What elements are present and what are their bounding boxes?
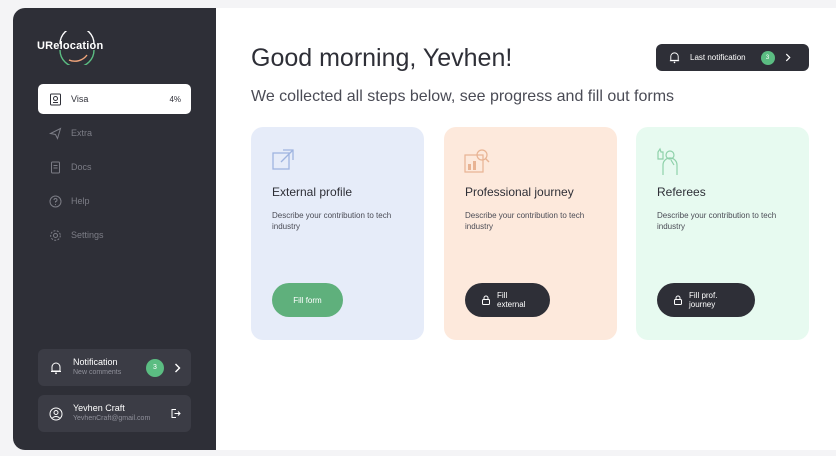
card-external-profile: External profile Describe your contribut… [251, 127, 424, 340]
sidebar-item-label: Extra [71, 128, 93, 138]
visa-progress: 4% [169, 94, 181, 104]
gear-icon [48, 228, 62, 242]
sidebar-item-extra[interactable]: Extra [38, 118, 191, 148]
logo[interactable]: URelocation [37, 31, 103, 65]
sidebar-item-label: Help [71, 196, 90, 206]
card-title: External profile [272, 185, 353, 199]
user-name: Yevhen Craft [73, 403, 125, 413]
bell-icon [48, 360, 64, 376]
button-label: Fill external [497, 291, 526, 309]
document-icon [48, 160, 62, 174]
card-title: Professional journey [465, 185, 574, 199]
button-label: Fill prof. journey [689, 291, 718, 309]
fill-prof-journey-button[interactable]: Fill prof. journey [657, 283, 755, 317]
logo-ring-icon [59, 31, 95, 65]
notification-card[interactable]: Notification New comments 3 [38, 349, 191, 386]
external-link-icon [270, 147, 296, 173]
card-referees: Referees Describe your contribution to t… [636, 127, 809, 340]
chevron-right-icon [174, 363, 181, 373]
card-description: Describe your contribution to tech indus… [657, 211, 777, 231]
page-title: Good morning, Yevhen! [251, 44, 513, 72]
lock-icon [673, 295, 683, 305]
sidebar-item-label: Settings [71, 230, 104, 240]
last-notification-button[interactable]: Last notification 3 [656, 44, 809, 71]
card-description: Describe your contribution to tech indus… [465, 211, 585, 231]
thumbs-up-person-icon [655, 147, 681, 175]
sidebar-item-visa[interactable]: Visa 4% [38, 84, 191, 114]
last-notification-count-badge: 3 [760, 50, 775, 65]
lock-icon [481, 295, 491, 305]
sidebar-item-label: Docs [71, 162, 92, 172]
button-label: Fill form [293, 295, 322, 305]
sidebar-item-help[interactable]: Help [38, 186, 191, 216]
question-icon [48, 194, 62, 208]
notification-title: Notification [73, 357, 118, 367]
last-notification-label: Last notification [690, 53, 746, 62]
notification-subtitle: New comments [73, 369, 122, 376]
logout-icon[interactable] [170, 408, 181, 419]
sidebar-item-settings[interactable]: Settings [38, 220, 191, 250]
card-professional-journey: Professional journey Describe your contr… [444, 127, 617, 340]
passport-icon [48, 92, 62, 106]
sidebar-item-label: Visa [71, 94, 89, 104]
user-card[interactable]: Yevhen Craft YevhenCraft@gmail.com [38, 395, 191, 432]
notification-count-badge: 3 [146, 358, 164, 377]
card-title: Referees [657, 185, 706, 199]
sidebar-nav: Visa 4% Extra Docs Help Settings [38, 84, 191, 254]
user-email: YevhenCraft@gmail.com [73, 415, 151, 422]
sidebar: URelocation Visa 4% Extra Docs Help Sett… [13, 8, 216, 450]
main-content: Good morning, Yevhen! We collected all s… [216, 8, 836, 450]
sidebar-item-docs[interactable]: Docs [38, 152, 191, 182]
bell-icon [668, 51, 682, 65]
chart-magnifier-icon [463, 147, 490, 173]
page-subtitle: We collected all steps below, see progre… [251, 88, 675, 105]
chevron-right-icon [785, 53, 791, 62]
send-icon [48, 126, 62, 140]
fill-external-button[interactable]: Fill external [465, 283, 550, 317]
fill-form-button[interactable]: Fill form [272, 283, 343, 317]
user-icon [48, 406, 64, 422]
card-description: Describe your contribution to tech indus… [272, 211, 392, 231]
